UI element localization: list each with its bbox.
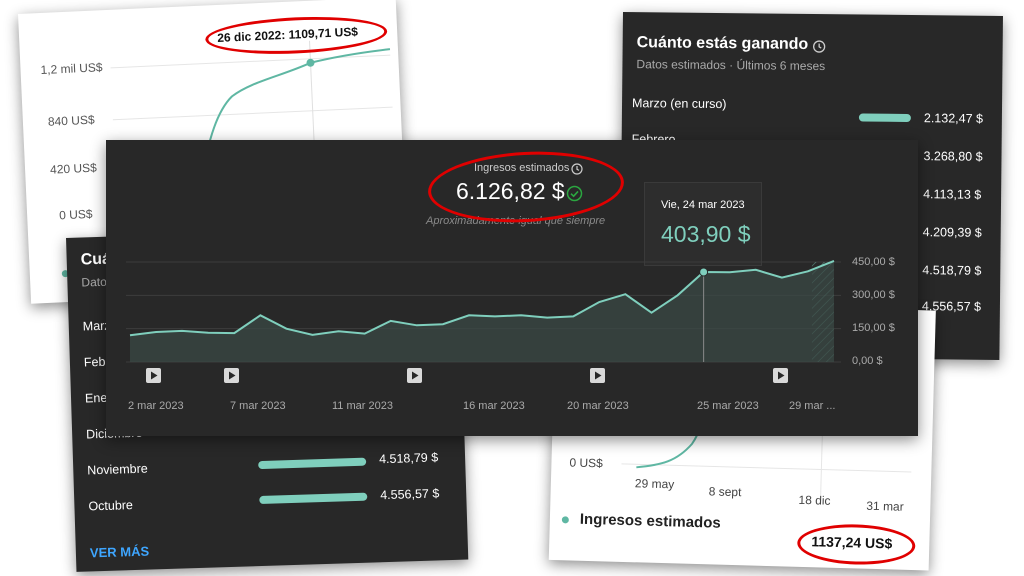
highlight-point [306,58,315,67]
highlight-point[interactable] [699,267,709,277]
video-marker-icon[interactable] [224,368,239,383]
row-label: Octubre [88,498,134,514]
y-tick-label: 1,2 mil US$ [40,60,103,78]
row-bar [858,113,911,123]
row-value: 3.268,80 $ [923,149,983,164]
y-tick-label: 450,00 $ [852,256,895,268]
see-more-link[interactable]: VER MÁS [90,544,150,561]
x-tick-label: 25 mar 2023 [697,400,759,412]
x-tick-label: 29 mar ... [789,400,836,412]
y-tick-label: 420 US$ [49,160,98,177]
card-title: Cuánto estás ganando [636,34,809,53]
video-marker-icon[interactable] [146,368,161,383]
y-tick-label: 0 US$ [569,455,604,471]
clock-icon [812,40,826,58]
row-value: 4.209,39 $ [922,225,982,240]
video-marker-icon[interactable] [590,368,605,383]
card-estimated-revenue-main: Vie, 24 mar 2023 403,90 $ Ingresos estim… [106,140,918,436]
row-value: 4.556,57 $ [380,486,440,503]
series-area-fill [130,260,834,362]
row-bar [259,492,368,505]
x-tick-label: 7 mar 2023 [230,400,286,412]
row-value: 4.518,79 $ [922,263,982,278]
x-tick-label: 29 may [634,476,675,492]
row-label: Marzo (en curso) [631,96,727,112]
y-tick-label: 300,00 $ [852,289,895,301]
x-tick-label: 16 mar 2023 [463,400,525,412]
y-tick-label: 150,00 $ [852,322,895,334]
row-value: 2.132,47 $ [923,111,984,126]
row-value: 4.518,79 $ [378,450,439,467]
row-bar [258,457,367,470]
x-tick-label: 18 dic [798,492,831,508]
video-marker-icon[interactable] [407,368,422,383]
x-tick-label: 20 mar 2023 [567,400,629,412]
x-tick-label: 11 mar 2023 [332,400,393,412]
card-subtitle: Dato [81,274,107,290]
y-tick-label: 0 US$ [58,206,93,223]
x-tick-label: 8 sept [708,484,742,500]
card-subtitle: Datos estimados · Últimos 6 meses [636,57,826,74]
row-value: 4.113,13 $ [923,187,982,202]
y-tick-label: 840 US$ [47,112,95,129]
x-tick-label: 2 mar 2023 [128,400,184,412]
y-tick-label: 0,00 $ [852,355,883,367]
estimated-revenue-area-chart [126,259,841,363]
x-tick-label: 31 mar [866,498,904,514]
row-label: Noviembre [87,461,148,478]
video-marker-icon[interactable] [773,368,788,383]
